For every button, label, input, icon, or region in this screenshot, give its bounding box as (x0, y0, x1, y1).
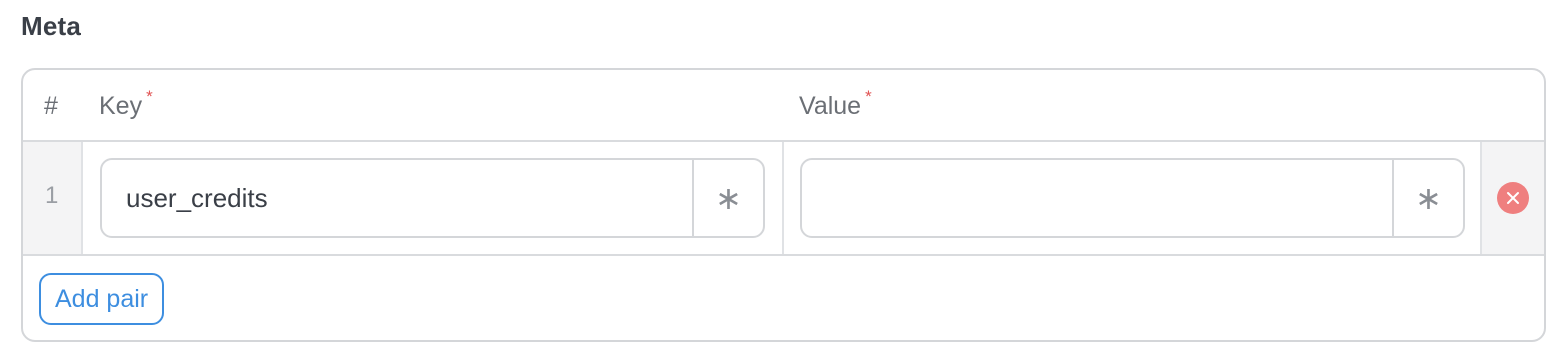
header-key: Key * (99, 87, 153, 121)
add-pair-button[interactable]: Add pair (39, 273, 165, 325)
section-title: Meta (21, 11, 82, 41)
remove-row-icon[interactable] (1497, 182, 1529, 214)
header-value: Value * (799, 87, 872, 121)
value-asterisk-addon: ∗ (1392, 160, 1463, 236)
key-input-group: ∗ (100, 158, 765, 238)
header-key-label: Key (99, 92, 143, 120)
key-input[interactable] (102, 160, 692, 236)
value-input[interactable] (802, 160, 1392, 236)
table-header: # Key * Value * (23, 70, 1544, 142)
key-asterisk-addon: ∗ (692, 160, 763, 236)
column-divider (782, 142, 784, 254)
value-input-group: ∗ (800, 158, 1465, 238)
header-index: # (44, 92, 58, 120)
required-marker: * (146, 87, 153, 106)
key-value-table: # Key* Value* 1 ∗ ∗ Add pair (21, 68, 1546, 342)
row-index-cell: 1 (23, 142, 83, 254)
remove-cell (1480, 142, 1544, 254)
close-icon (1507, 192, 1519, 204)
header-value-label: Value (799, 92, 862, 120)
required-marker: * (865, 87, 872, 106)
table-row: 1 ∗ ∗ (23, 142, 1544, 256)
row-index: 1 (45, 182, 59, 209)
